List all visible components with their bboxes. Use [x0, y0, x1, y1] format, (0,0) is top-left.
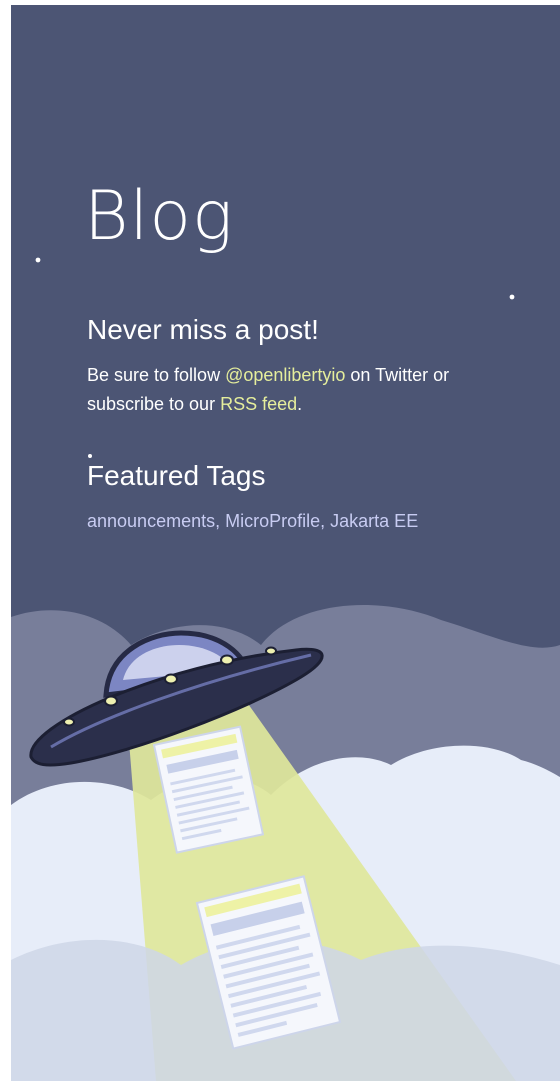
twitter-link[interactable]: @openlibertyio	[225, 365, 345, 385]
follow-prefix: Be sure to follow	[87, 365, 226, 385]
never-miss-heading: Never miss a post!	[87, 314, 319, 345]
follow-text: Be sure to follow @openlibertyio on Twit…	[87, 361, 507, 419]
tag-link-microprofile[interactable]: MicroProfile	[225, 511, 320, 531]
tag-separator: ,	[215, 511, 226, 531]
follow-suffix: .	[297, 394, 303, 414]
featured-tags-heading: Featured Tags	[87, 460, 266, 491]
star-icon	[35, 257, 515, 458]
blog-hero: Blog Never miss a post! Be sure to follo…	[11, 5, 560, 1081]
tag-link-jakarta-ee[interactable]: Jakarta EE	[330, 511, 418, 531]
hero-illustration	[11, 257, 560, 1081]
page-title: Blog	[84, 177, 234, 256]
tag-separator: ,	[320, 511, 331, 531]
rss-feed-link[interactable]: RSS feed	[220, 394, 297, 414]
featured-tags-list: announcements, MicroProfile, Jakarta EE	[87, 511, 418, 532]
tag-link-announcements[interactable]: announcements	[87, 511, 215, 531]
